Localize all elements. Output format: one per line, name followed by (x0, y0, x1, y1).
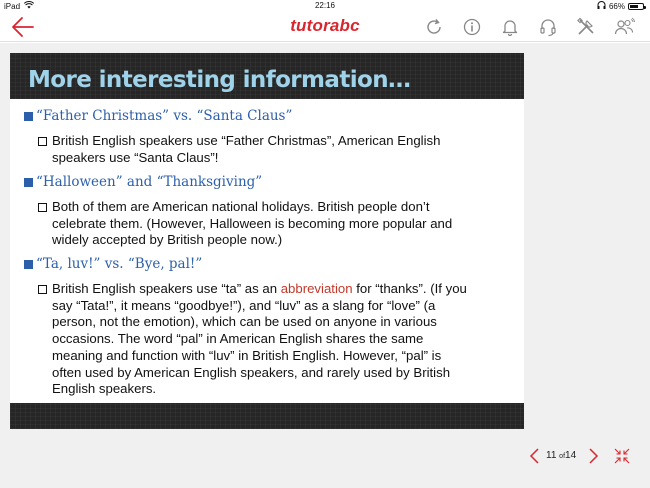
page-navigator: 11 of14 (524, 443, 634, 469)
body-line: British English speakers use “ta” as an … (52, 281, 467, 296)
refresh-icon[interactable] (422, 16, 446, 38)
section-heading-text: “Ta, luv!” vs. “Bye, pal!” (36, 256, 203, 272)
bell-icon[interactable] (498, 16, 522, 38)
bullet-box-icon (38, 203, 47, 212)
slide-footer-band (10, 403, 524, 429)
bullet-box-icon (38, 285, 47, 294)
body-line: English speakers. (52, 381, 157, 397)
bullet-square-icon (24, 111, 33, 121)
page-indicator: 11 of14 (546, 450, 576, 461)
app-toolbar: tutorabc (0, 12, 650, 42)
current-page: 11 (546, 450, 557, 461)
bullet-square-icon (24, 259, 33, 269)
section-heading: “Father Christmas” vs. “Santa Claus” (24, 108, 292, 124)
info-icon[interactable] (460, 16, 484, 38)
section-heading: “Halloween” and “Thanksgiving” (24, 174, 262, 190)
section-heading: “Ta, luv!” vs. “Bye, pal!” (24, 256, 202, 272)
section-body: British English speakers use “Father Chr… (38, 133, 508, 166)
slide-title: More interesting information… (28, 67, 411, 93)
next-page-chevron-icon[interactable] (586, 447, 600, 465)
body-line: widely accepted by British people now.) (52, 232, 283, 248)
content-area: More interesting information… “Father Ch… (0, 43, 650, 488)
section-body: British English speakers use “ta” as an … (38, 281, 508, 398)
highlighted-word: abbreviation (280, 281, 353, 296)
battery-icon (628, 2, 646, 10)
headset-icon[interactable] (536, 16, 560, 38)
body-line: Both of them are American national holid… (52, 199, 430, 214)
battery-percent: 66% (608, 1, 625, 11)
body-line: person, not the emotion), which can be u… (52, 314, 437, 330)
body-line: meaning and function with “luv” in Briti… (52, 347, 442, 363)
exit-fullscreen-icon[interactable] (614, 448, 630, 464)
body-line: British English speakers use “Father Chr… (52, 133, 441, 148)
tools-icon[interactable] (574, 16, 598, 38)
users-icon[interactable] (612, 16, 636, 38)
section-body: Both of them are American national holid… (38, 199, 508, 249)
bullet-square-icon (24, 177, 33, 187)
body-line: speakers use “Santa Claus”! (52, 149, 219, 165)
clock: 22:16 (314, 1, 336, 10)
section-heading-text: “Father Christmas” vs. “Santa Claus” (36, 108, 293, 124)
body-line: occasions. The word “pal” in American En… (52, 331, 424, 347)
presentation-slide: More interesting information… “Father Ch… (10, 53, 524, 429)
headphones-status-icon (597, 1, 606, 11)
body-line: often used by American English speakers,… (52, 364, 451, 380)
total-pages: 14 (565, 450, 577, 461)
prev-page-chevron-icon[interactable] (528, 447, 542, 465)
body-line: celebrate them. (However, Halloween is b… (52, 215, 453, 231)
section-heading-text: “Halloween” and “Thanksgiving” (36, 174, 263, 190)
body-line: say “Tata!”, it means “goodbye!”), and “… (52, 297, 436, 313)
slide-header-band: More interesting information… (10, 53, 524, 99)
status-bar: iPad 22:16 66% (0, 0, 650, 12)
bullet-box-icon (38, 137, 47, 146)
